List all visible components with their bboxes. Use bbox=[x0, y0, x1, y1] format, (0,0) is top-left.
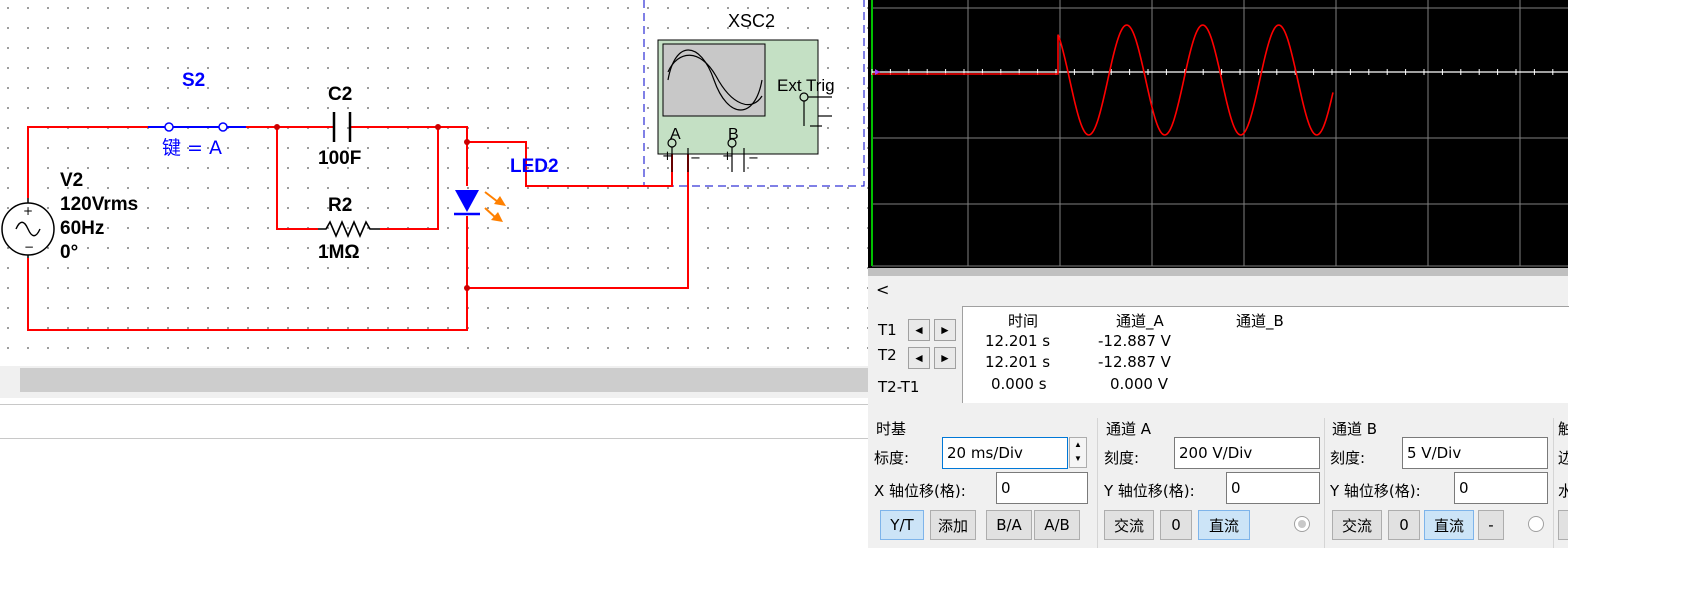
readout-t1-a: -12.887 V bbox=[1098, 332, 1171, 350]
readout-header-a: 通道_A bbox=[1116, 312, 1164, 330]
channel-a-title: 通道 A bbox=[1106, 420, 1152, 438]
svg-text:+: + bbox=[662, 149, 673, 164]
scrollbar-thumb[interactable] bbox=[20, 368, 868, 392]
capacitor-name: C2 bbox=[328, 84, 352, 105]
spin-up-icon[interactable]: ▲ bbox=[1070, 438, 1086, 452]
divider bbox=[0, 404, 868, 405]
schematic-canvas[interactable]: S2 键 = A C2 100F R2 1MΩ + − V2 120Vrms 6… bbox=[0, 0, 868, 400]
channel-a-ypos-label: Y 轴位移(格): bbox=[1104, 482, 1195, 500]
trigger-title: 触 bbox=[1558, 420, 1568, 438]
t2-right-button[interactable]: ► bbox=[934, 347, 956, 369]
readout-diff-time: 0.000 s bbox=[991, 375, 1047, 393]
channel-a-dc-button[interactable]: 直流 bbox=[1198, 510, 1250, 540]
group-divider bbox=[1324, 418, 1325, 548]
channel-b-scale-input[interactable]: 5 V/Div bbox=[1402, 437, 1548, 469]
readout-t2-time: 12.201 s bbox=[985, 353, 1051, 371]
cursor-diff-label: T2-T1 bbox=[878, 378, 920, 396]
add-mode-button[interactable]: 添加 bbox=[930, 510, 976, 540]
ab-mode-button[interactable]: A/B bbox=[1034, 510, 1080, 540]
channel-b-radio[interactable] bbox=[1528, 516, 1544, 532]
divider bbox=[0, 438, 868, 439]
channel-b-dc-button[interactable]: 直流 bbox=[1424, 510, 1474, 540]
oscilloscope-xsc2[interactable]: + − + − bbox=[657, 39, 832, 172]
ba-mode-button[interactable]: B/A bbox=[986, 510, 1032, 540]
svg-text:−: − bbox=[748, 151, 759, 166]
timebase-scale-input[interactable]: 20 ms/Div bbox=[942, 437, 1068, 469]
resistor-value: 1MΩ bbox=[318, 242, 360, 263]
channel-b-invert-button[interactable]: - bbox=[1478, 510, 1504, 540]
trigger-edge-label: 边 bbox=[1558, 449, 1568, 467]
readout-t1-time: 12.201 s bbox=[985, 332, 1051, 350]
timebase-spinner[interactable]: ▲ ▼ bbox=[1069, 437, 1087, 468]
trigger-button-partial[interactable] bbox=[1558, 510, 1568, 540]
channel-b-zero-button[interactable]: 0 bbox=[1388, 510, 1420, 540]
oscilloscope-screen[interactable] bbox=[868, 0, 1568, 276]
switch-key-label: 键 = A bbox=[162, 137, 222, 159]
t1-right-button[interactable]: ► bbox=[934, 319, 956, 341]
channel-b-ypos-input[interactable]: 0 bbox=[1454, 472, 1548, 504]
channel-a-zero-button[interactable]: 0 bbox=[1160, 510, 1192, 540]
led-name: LED2 bbox=[510, 156, 559, 177]
cursor-t1-label: T1 bbox=[878, 321, 897, 339]
channel-a-scale-label: 刻度: bbox=[1104, 449, 1140, 467]
t1-left-button[interactable]: ◄ bbox=[908, 319, 930, 341]
svg-text:−: − bbox=[690, 151, 701, 166]
readout-diff-a: 0.000 V bbox=[1110, 375, 1168, 393]
cursor-t2-label: T2 bbox=[878, 346, 897, 364]
source-name: V2 bbox=[60, 170, 83, 191]
channel-b-pin-label: B bbox=[728, 126, 739, 143]
svg-text:+: + bbox=[722, 149, 733, 164]
channel-a-ypos-input[interactable]: 0 bbox=[1226, 472, 1320, 504]
channel-b-ac-button[interactable]: 交流 bbox=[1332, 510, 1382, 540]
trigger-level-label: 水 bbox=[1558, 482, 1568, 500]
channel-b-title: 通道 B bbox=[1332, 420, 1378, 438]
scroll-left-arrow[interactable]: < bbox=[876, 280, 889, 299]
ext-trig-label: Ext Trig bbox=[777, 76, 835, 95]
x-position-input[interactable]: 0 bbox=[996, 472, 1088, 504]
t2-left-button[interactable]: ◄ bbox=[908, 347, 930, 369]
readout-header-time: 时间 bbox=[1008, 312, 1039, 330]
timebase-title: 时基 bbox=[876, 420, 907, 438]
yt-mode-button[interactable]: Y/T bbox=[880, 510, 924, 540]
readout-t2-a: -12.887 V bbox=[1098, 353, 1171, 371]
scope-name: XSC2 bbox=[728, 11, 775, 31]
source-phase: 0° bbox=[60, 242, 78, 263]
capacitor-value: 100F bbox=[318, 148, 361, 169]
source-voltage: 120Vrms bbox=[60, 194, 138, 215]
readout-header-b: 通道_B bbox=[1236, 312, 1284, 330]
svg-text:+: + bbox=[23, 204, 33, 218]
channel-a-scale-input[interactable]: 200 V/Div bbox=[1174, 437, 1320, 469]
channel-b-scale-label: 刻度: bbox=[1330, 449, 1366, 467]
x-position-label: X 轴位移(格): bbox=[874, 482, 966, 500]
channel-b-ypos-label: Y 轴位移(格): bbox=[1330, 482, 1421, 500]
resistor-name: R2 bbox=[328, 195, 352, 216]
channel-a-radio[interactable] bbox=[1294, 516, 1310, 532]
source-frequency: 60Hz bbox=[60, 218, 104, 239]
channel-a-pin-label: A bbox=[670, 126, 681, 143]
channel-a-ac-button[interactable]: 交流 bbox=[1104, 510, 1154, 540]
spin-down-icon[interactable]: ▼ bbox=[1070, 452, 1086, 466]
group-divider bbox=[1553, 418, 1554, 548]
timebase-scale-label: 标度: bbox=[874, 449, 910, 467]
svg-text:−: − bbox=[24, 240, 34, 254]
group-divider bbox=[1097, 418, 1098, 548]
switch-name: S2 bbox=[182, 70, 205, 91]
